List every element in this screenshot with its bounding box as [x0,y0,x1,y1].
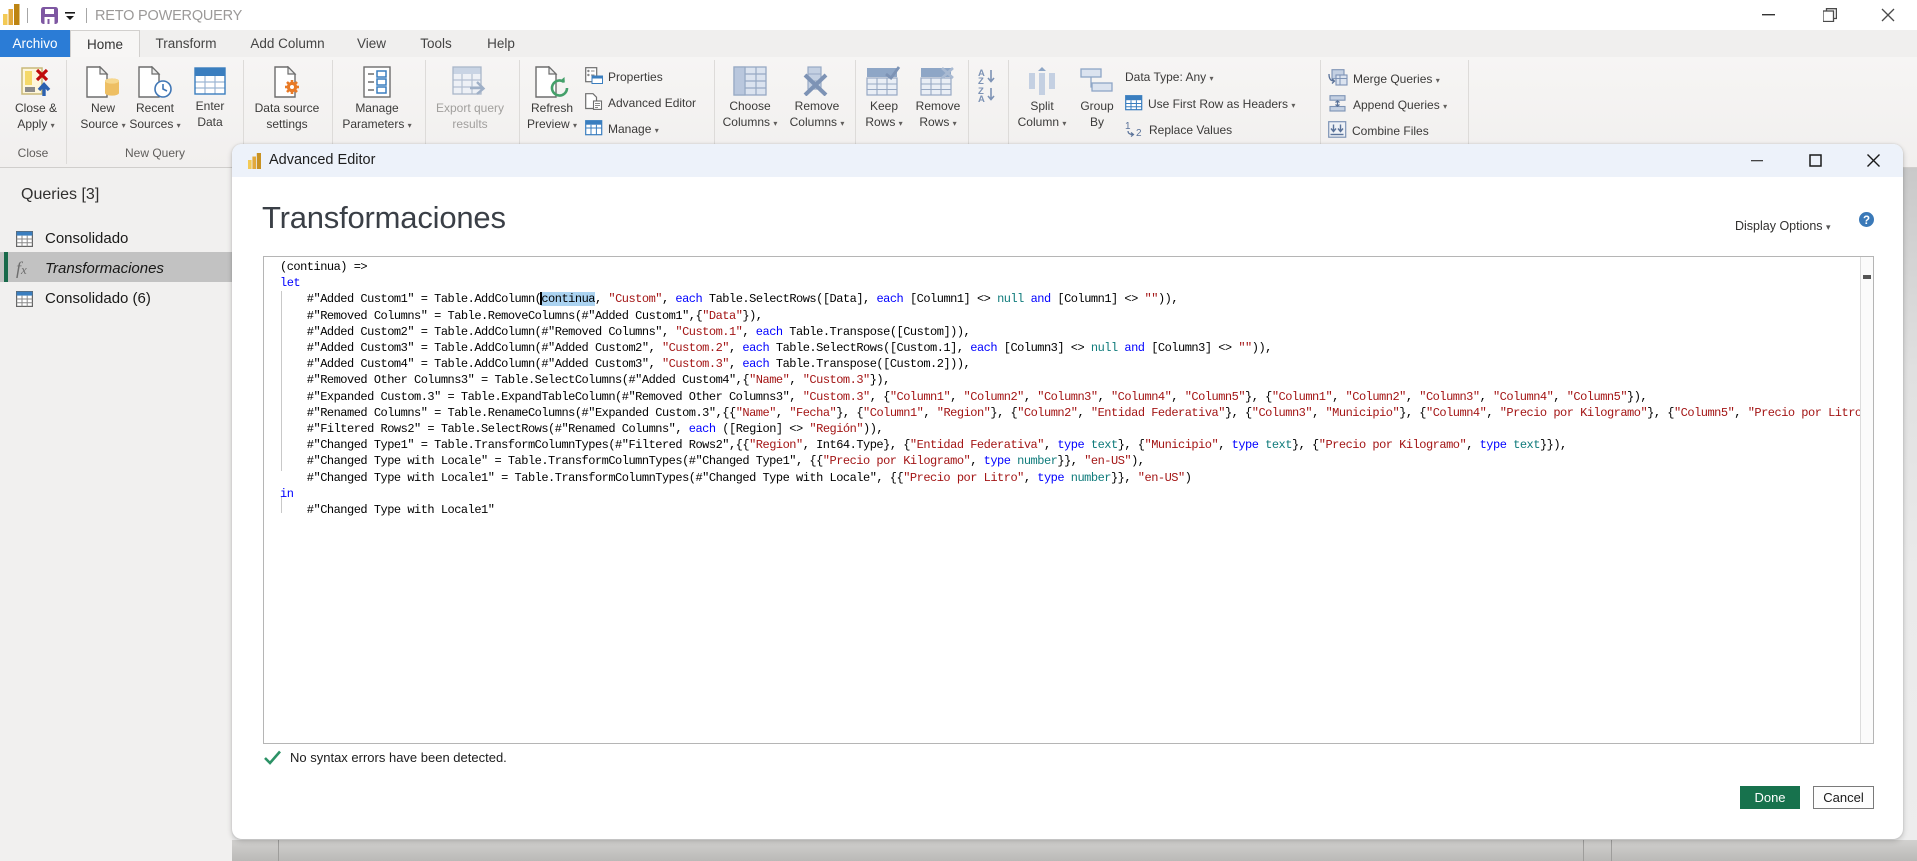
svg-text:Z: Z [978,76,984,84]
svg-text:1: 1 [1125,121,1131,132]
svg-text:2: 2 [1136,128,1142,137]
svg-text:?: ? [1863,215,1870,227]
svg-text:A: A [978,94,985,102]
